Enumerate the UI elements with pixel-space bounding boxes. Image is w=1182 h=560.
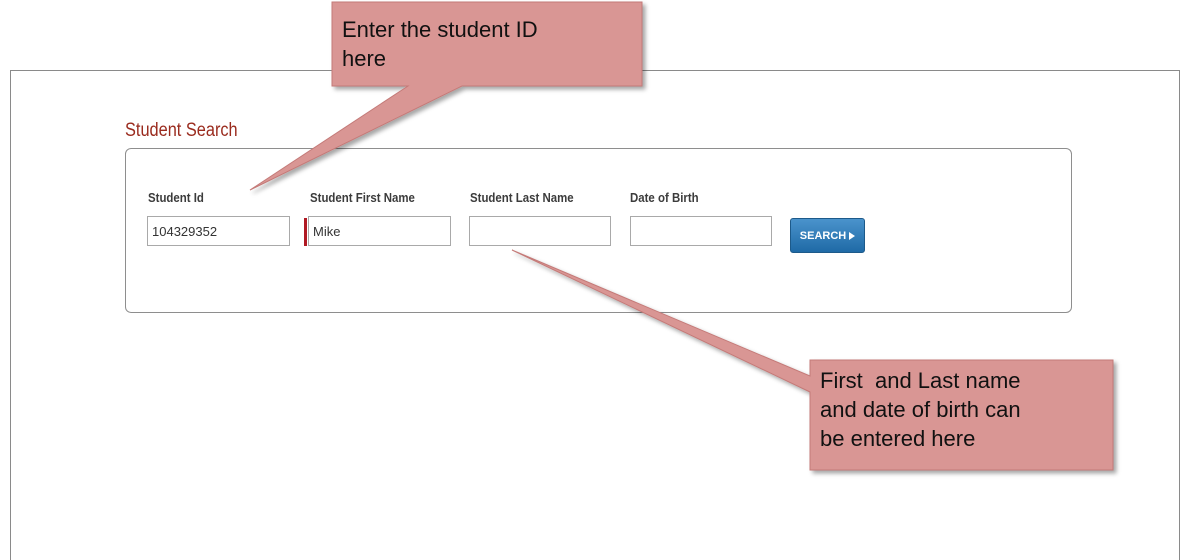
- top-callout-text: Enter the student ID here: [342, 15, 538, 73]
- top-callout-line: here: [342, 46, 387, 71]
- bottom-callout-line: and date of birth can: [820, 397, 1021, 422]
- top-callout-line: Enter the student ID: [342, 17, 538, 42]
- bottom-callout-box: [511, 249, 1114, 471]
- bottom-callout-line: be entered here: [820, 426, 976, 451]
- bottom-callout-line: First and Last name: [820, 368, 1021, 393]
- bottom-callout-text: First and Last name and date of birth ca…: [820, 366, 1021, 453]
- callout-shapes: [249, 1, 1114, 471]
